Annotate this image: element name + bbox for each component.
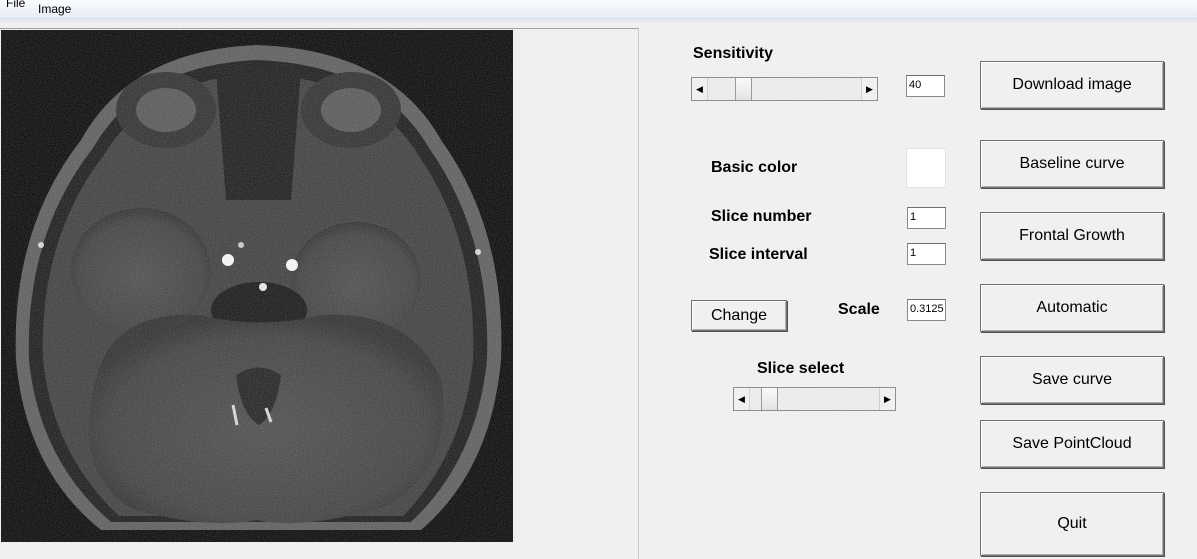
slice-select-slider-thumb[interactable] — [761, 388, 778, 410]
sensitivity-label: Sensitivity — [693, 45, 774, 62]
menu-image[interactable]: Image — [38, 2, 71, 16]
sensitivity-input[interactable]: 40 — [906, 75, 945, 97]
scroll-right-arrow-icon[interactable]: ▶ — [879, 388, 895, 410]
slice-number-input[interactable]: 1 — [907, 207, 946, 229]
slice-select-label: Slice select — [757, 360, 845, 377]
slice-select-slider[interactable]: ◀ ▶ — [733, 387, 896, 411]
sensitivity-slider-thumb[interactable] — [735, 78, 752, 100]
slice-number-label: Slice number — [711, 208, 812, 225]
sensitivity-slider[interactable]: ◀ ▶ — [691, 77, 878, 101]
scale-input[interactable]: 0.3125 — [907, 299, 946, 321]
baseline-curve-button[interactable]: Baseline curve — [980, 140, 1164, 188]
mri-slice-image[interactable] — [1, 30, 513, 542]
basic-color-swatch[interactable] — [906, 148, 946, 188]
download-image-button[interactable]: Download image — [980, 61, 1164, 109]
menubar-divider — [0, 19, 1197, 22]
scale-label: Scale — [838, 301, 880, 318]
save-curve-button[interactable]: Save curve — [980, 356, 1164, 404]
slice-interval-label: Slice interval — [709, 246, 808, 263]
scroll-right-arrow-icon[interactable]: ▶ — [861, 78, 877, 100]
menu-file[interactable]: File — [6, 0, 25, 10]
automatic-button[interactable]: Automatic — [980, 284, 1164, 332]
frontal-growth-button[interactable]: Frontal Growth — [980, 212, 1164, 260]
change-button[interactable]: Change — [691, 300, 787, 331]
quit-button[interactable]: Quit — [980, 492, 1164, 556]
scroll-left-arrow-icon[interactable]: ◀ — [692, 78, 708, 100]
save-pointcloud-button[interactable]: Save PointCloud — [980, 420, 1164, 468]
basic-color-label: Basic color — [711, 159, 798, 176]
menu-bar: File Image — [0, 0, 1197, 19]
scroll-left-arrow-icon[interactable]: ◀ — [734, 388, 750, 410]
slice-interval-input[interactable]: 1 — [907, 243, 946, 265]
